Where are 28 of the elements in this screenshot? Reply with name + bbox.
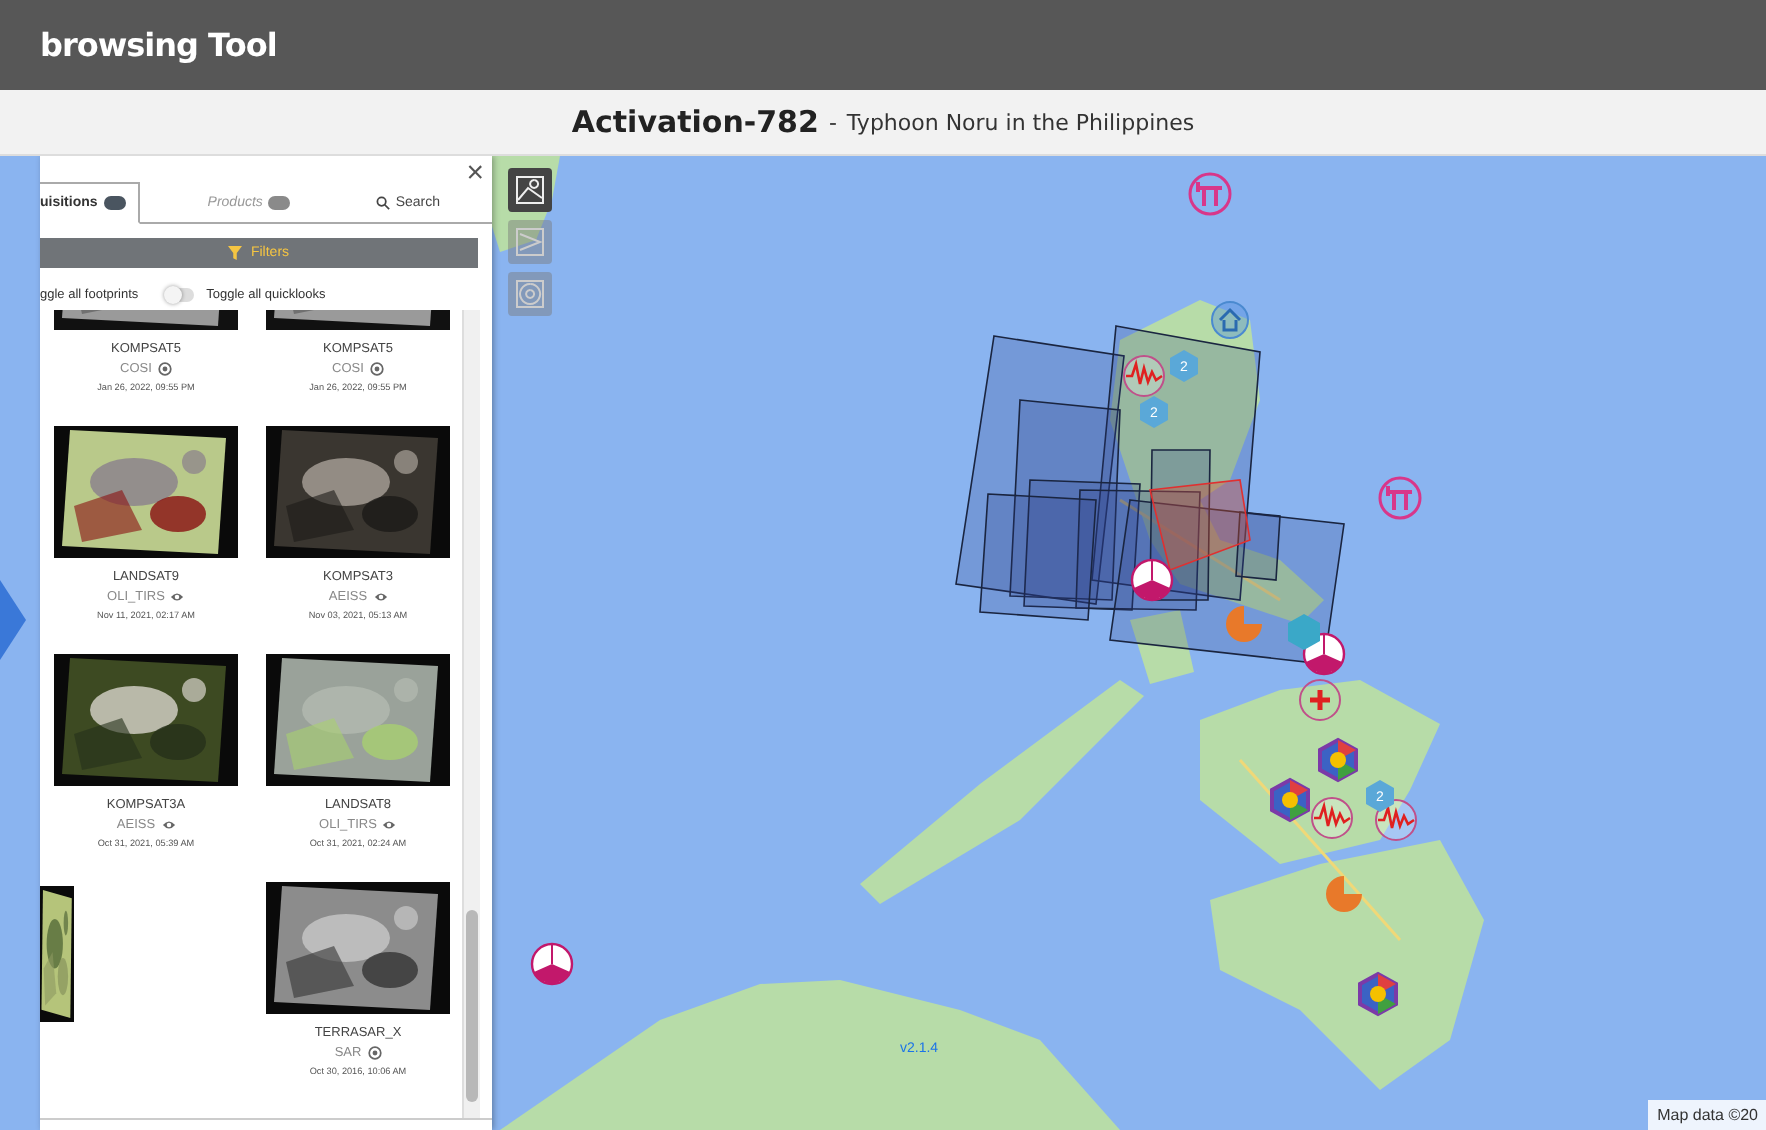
hexagon-icon[interactable] — [1270, 777, 1310, 823]
seismic-wave-icon[interactable] — [1311, 797, 1353, 839]
eye-icon[interactable] — [373, 590, 388, 604]
close-button[interactable]: × — [466, 160, 484, 188]
cross-icon[interactable] — [1299, 679, 1341, 721]
target-icon[interactable] — [369, 362, 384, 376]
hexagon-icon[interactable] — [1318, 737, 1358, 783]
hexagon-icon[interactable] — [1358, 971, 1398, 1017]
app-title: browsing Tool — [40, 26, 277, 64]
target-icon[interactable] — [367, 1046, 382, 1060]
footprints-drawing[interactable] — [955, 325, 1345, 665]
eye-icon[interactable] — [382, 818, 397, 832]
title-separator: - — [828, 109, 837, 135]
pie-marker-icon[interactable] — [530, 942, 574, 986]
hexagon-icon[interactable] — [1288, 614, 1320, 650]
search-icon — [375, 195, 390, 209]
activation-title: Activation-782 — [571, 104, 819, 140]
eye-icon[interactable] — [161, 818, 176, 832]
pie-marker-icon[interactable] — [1130, 558, 1174, 602]
target-icon[interactable] — [157, 362, 172, 376]
seismic-wave-icon[interactable] — [1123, 355, 1165, 397]
house-icon[interactable] — [1211, 301, 1249, 339]
map-image-button[interactable] — [508, 168, 552, 212]
eye-icon[interactable] — [170, 590, 185, 604]
map-attribution: Map data ©20 — [1647, 1100, 1766, 1130]
filter-icon — [228, 246, 243, 260]
toggle-switch[interactable] — [166, 287, 195, 301]
event-title: Typhoon Noru in the Philippines — [846, 109, 1195, 135]
